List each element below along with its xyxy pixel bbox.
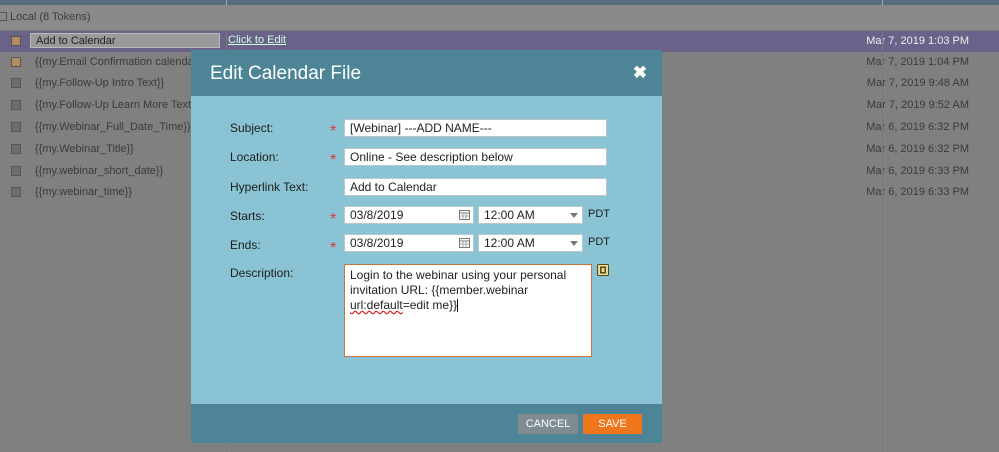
ends-time-value: 12:00 AM <box>484 236 535 250</box>
calendar-token-icon <box>11 57 21 67</box>
ends-time-select[interactable]: 12:00 AM <box>478 234 583 252</box>
edit-calendar-file-dialog: Edit Calendar File ✖ Subject: * [Webinar… <box>191 50 662 443</box>
table-row[interactable]: Add to Calendar Click to Edit Mar 7, 201… <box>0 31 999 52</box>
column-divider <box>882 30 883 452</box>
description-line: url:default=edit me}} <box>350 298 586 313</box>
rich-text-token-icon <box>11 78 21 88</box>
required-asterisk: * <box>330 211 337 228</box>
required-asterisk: * <box>330 240 337 257</box>
hyperlink-text-label: Hyperlink Text: <box>230 180 309 194</box>
starts-time-value: 12:00 AM <box>484 208 535 222</box>
dialog-footer: CANCEL SAVE <box>191 404 662 443</box>
starts-date-value: 03/8/2019 <box>350 208 404 222</box>
text-token-icon <box>11 187 21 197</box>
ends-label: Ends: <box>230 238 261 252</box>
token-name-field[interactable]: Add to Calendar <box>30 33 220 48</box>
ends-timezone: PDT <box>588 236 610 248</box>
collapse-icon[interactable] <box>0 12 7 21</box>
subject-input[interactable]: [Webinar] ---ADD NAME--- <box>344 119 607 137</box>
description-textarea[interactable]: Login to the webinar using your personal… <box>344 264 592 357</box>
description-line: invitation URL: {{member.webinar <box>350 283 529 297</box>
calendar-picker-icon[interactable] <box>459 238 470 248</box>
click-to-edit-link[interactable]: Click to Edit <box>228 34 286 46</box>
ends-date-value: 03/8/2019 <box>350 236 404 250</box>
chevron-down-icon <box>570 213 578 218</box>
text-token-icon <box>11 122 21 132</box>
insert-token-icon[interactable] <box>597 264 609 276</box>
rich-text-token-icon <box>11 100 21 110</box>
hyperlink-text-input[interactable]: Add to Calendar <box>344 178 607 196</box>
description-line: Login to the webinar using your personal <box>350 268 567 282</box>
description-label: Description: <box>230 266 294 280</box>
calendar-token-icon <box>11 36 21 46</box>
dialog-header: Edit Calendar File ✖ <box>191 50 662 96</box>
text-token-icon <box>11 144 21 154</box>
calendar-picker-icon[interactable] <box>459 210 470 220</box>
location-label: Location: <box>230 150 279 164</box>
required-asterisk: * <box>330 123 337 140</box>
dialog-title: Edit Calendar File <box>210 63 362 84</box>
close-icon[interactable]: ✖ <box>631 64 649 82</box>
chevron-down-icon <box>570 241 578 246</box>
misspelled-word: url:default <box>350 298 403 312</box>
cancel-button[interactable]: CANCEL <box>518 414 578 434</box>
starts-date-input[interactable]: 03/8/2019 <box>344 206 474 224</box>
subject-label: Subject: <box>230 121 274 135</box>
token-group-label: Local (8 Tokens) <box>10 11 91 23</box>
save-button[interactable]: SAVE <box>583 414 642 434</box>
starts-time-select[interactable]: 12:00 AM <box>478 206 583 224</box>
starts-label: Starts: <box>230 209 265 223</box>
description-text: =edit me}} <box>402 298 458 312</box>
text-token-icon <box>11 166 21 176</box>
location-input[interactable]: Online - See description below <box>344 148 607 166</box>
token-group-header[interactable]: Local (8 Tokens) <box>0 5 999 31</box>
text-caret <box>457 299 459 313</box>
starts-timezone: PDT <box>588 208 610 220</box>
ends-date-input[interactable]: 03/8/2019 <box>344 234 474 252</box>
required-asterisk: * <box>330 152 337 169</box>
